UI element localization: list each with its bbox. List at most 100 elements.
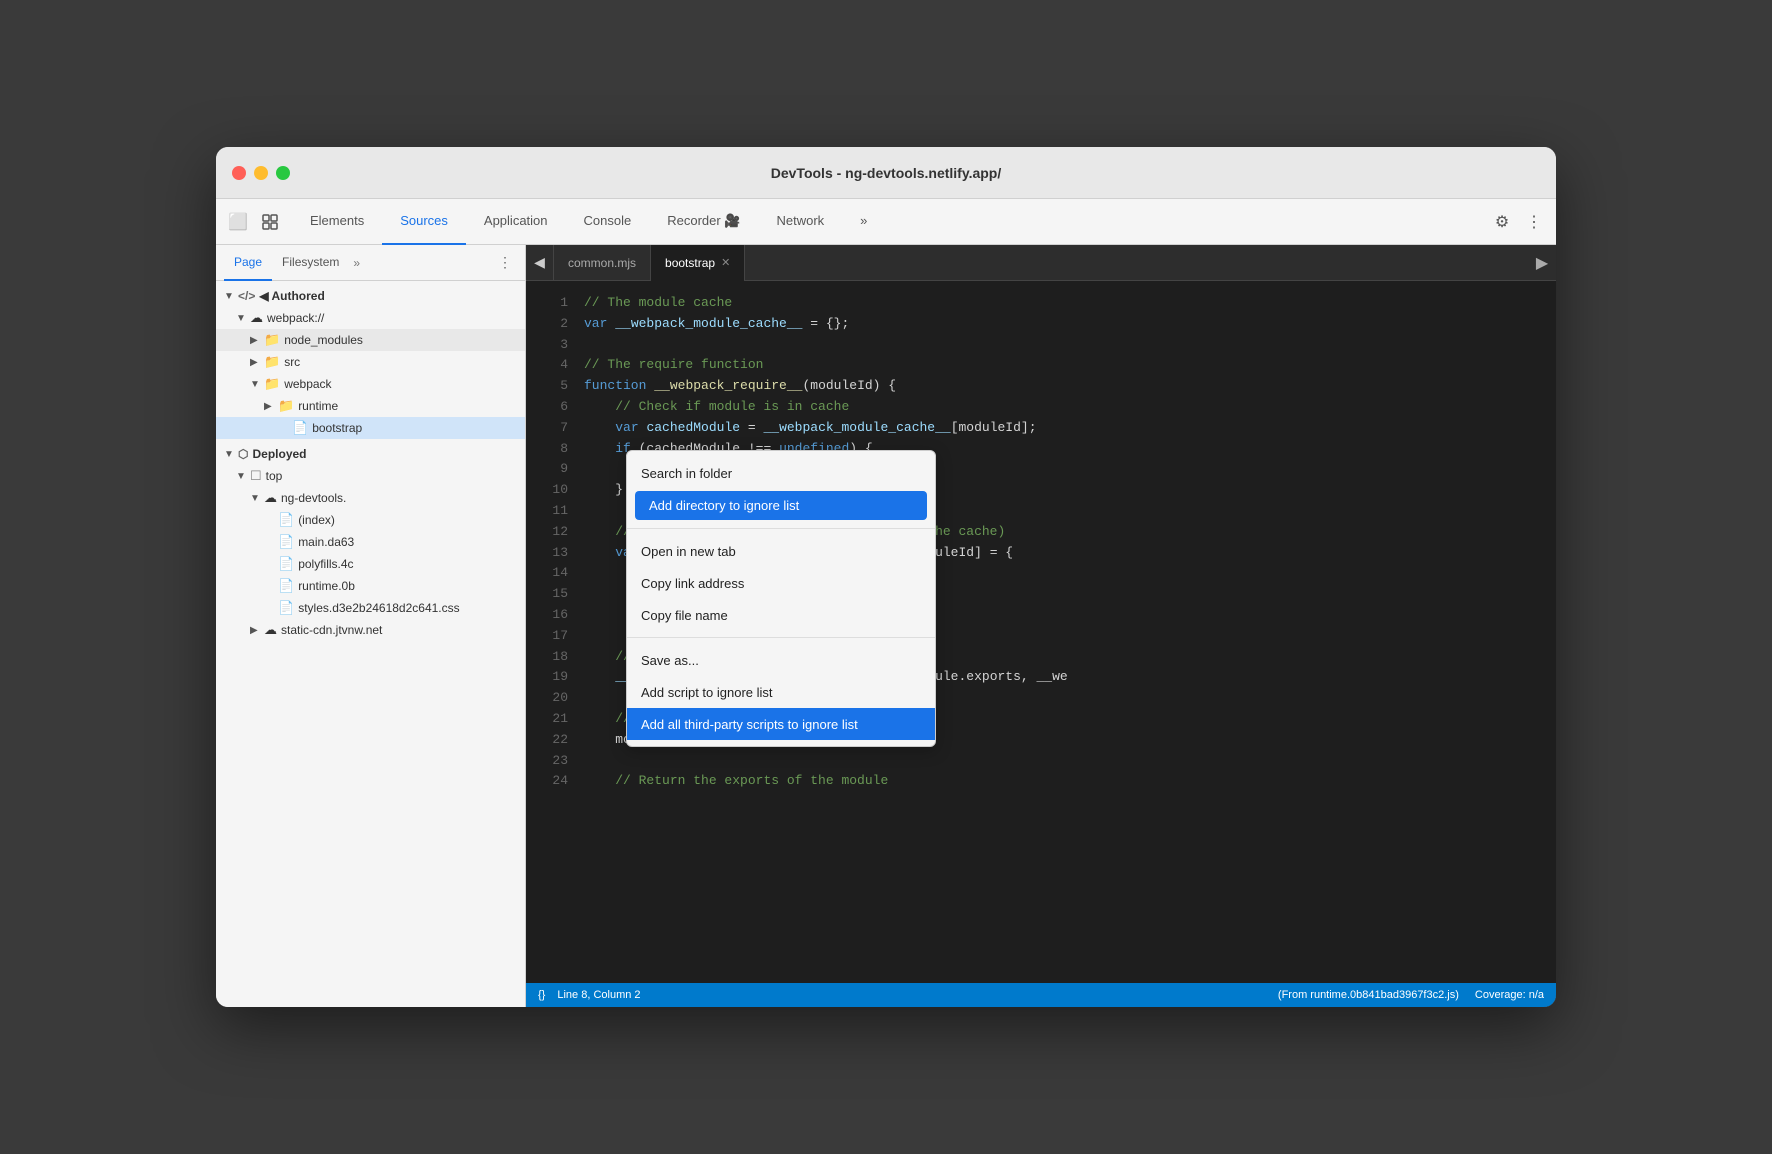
code-tab-bootstrap[interactable]: bootstrap ✕ <box>651 245 745 281</box>
runtime-file-icon: 📄 <box>278 578 294 594</box>
authored-label: ◀ Authored <box>259 289 324 303</box>
tab-application[interactable]: Application <box>466 199 566 245</box>
titlebar: DevTools - ng-devtools.netlify.app/ <box>216 147 1556 199</box>
bootstrap-item[interactable]: 📄 bootstrap <box>216 417 525 439</box>
open-new-tab-item[interactable]: Open in new tab <box>627 535 935 567</box>
add-all-third-party-label: Add all third-party scripts to ignore li… <box>641 717 858 732</box>
main-label: main.da63 <box>298 535 354 549</box>
tab-more[interactable]: » <box>842 199 885 245</box>
top-label: top <box>266 469 283 483</box>
save-as-item[interactable]: Save as... <box>627 644 935 676</box>
close-tab-icon[interactable]: ✕ <box>721 256 730 269</box>
toolbar-right: ⚙ ⋮ <box>1488 208 1548 236</box>
add-script-item[interactable]: Add script to ignore list <box>627 676 935 708</box>
add-all-third-party-item[interactable]: Add all third-party scripts to ignore li… <box>627 708 935 740</box>
code-tab-common[interactable]: common.mjs <box>554 245 651 281</box>
authored-section[interactable]: ▼ </> ◀ Authored <box>216 285 525 307</box>
inspect-icon[interactable] <box>256 208 284 236</box>
cursor-position: Line 8, Column 2 <box>557 989 640 1001</box>
main-item[interactable]: 📄 main.da63 <box>216 531 525 553</box>
bootstrap-tab-label: bootstrap <box>665 256 715 270</box>
styles-item[interactable]: 📄 styles.d3e2b24618d2c641.css <box>216 597 525 619</box>
polyfills-file-icon: 📄 <box>278 556 294 572</box>
code-tab-right-icon[interactable]: ▶ <box>1528 245 1556 281</box>
authored-arrow: ▼ <box>224 291 238 302</box>
main-toolbar: ⬜ Elements Sources Application Console R… <box>216 199 1556 245</box>
statusbar-left: {} Line 8, Column 2 <box>538 989 641 1001</box>
ng-devtools-item[interactable]: ▼ ☁ ng-devtools. <box>216 487 525 509</box>
webpack-item[interactable]: ▼ ☁ webpack:// <box>216 307 525 329</box>
minimize-button[interactable] <box>254 166 268 180</box>
webpack-folder-label: webpack <box>284 377 331 391</box>
statusbar: {} Line 8, Column 2 (From runtime.0b841b… <box>526 983 1556 1007</box>
devtools-window: DevTools - ng-devtools.netlify.app/ ⬜ El… <box>216 147 1556 1007</box>
settings-icon[interactable]: ⚙ <box>1488 208 1516 236</box>
tab-filesystem[interactable]: Filesystem <box>272 245 349 281</box>
search-in-folder-item[interactable]: Search in folder <box>627 457 935 489</box>
webpack-folder-item[interactable]: ▼ 📁 webpack <box>216 373 525 395</box>
main-tab-bar: Elements Sources Application Console Rec… <box>292 199 1488 245</box>
add-script-label: Add script to ignore list <box>641 685 773 700</box>
context-menu: Search in folder Add directory to ignore… <box>626 450 936 747</box>
src-label: src <box>284 355 300 369</box>
tab-page[interactable]: Page <box>224 245 272 281</box>
file-tree: ▼ </> ◀ Authored ▼ ☁ webpack:// ▶ 📁 node… <box>216 281 525 1007</box>
runtime-file-label: runtime.0b <box>298 579 355 593</box>
toolbar-icons: ⬜ <box>224 208 284 236</box>
maximize-button[interactable] <box>276 166 290 180</box>
static-cdn-label: static-cdn.jtvnw.net <box>281 623 382 637</box>
webpack-label: webpack:// <box>267 311 324 325</box>
tab-sources[interactable]: Sources <box>382 199 466 245</box>
cloud-icon: ☁ <box>250 310 263 326</box>
left-panel: Page Filesystem » ⋮ ▼ </> ◀ Authored ▼ ☁… <box>216 245 526 1007</box>
webpack-folder-arrow: ▼ <box>250 379 264 390</box>
top-item[interactable]: ▼ ☐ top <box>216 465 525 487</box>
runtime-item[interactable]: ▶ 📁 runtime <box>216 395 525 417</box>
tab-recorder[interactable]: Recorder 🎥 <box>649 199 758 245</box>
deployed-cube-icon: ⬡ <box>238 447 248 461</box>
copy-link-item[interactable]: Copy link address <box>627 567 935 599</box>
index-label: (index) <box>298 513 335 527</box>
cursor-icon[interactable]: ⬜ <box>224 208 252 236</box>
node-modules-arrow: ▶ <box>250 335 264 346</box>
more-options-icon[interactable]: ⋮ <box>1520 208 1548 236</box>
code-editor: ◀ common.mjs bootstrap ✕ ▶ 1234567891011… <box>526 245 1556 1007</box>
runtime-icon: 📁 <box>278 398 294 414</box>
index-item[interactable]: 📄 (index) <box>216 509 525 531</box>
code-back-icon[interactable]: ◀ <box>526 245 554 281</box>
panel-action-icon[interactable]: ⋮ <box>493 251 517 275</box>
coverage-info: Coverage: n/a <box>1475 989 1544 1001</box>
polyfills-item[interactable]: 📄 polyfills.4c <box>216 553 525 575</box>
deployed-section[interactable]: ▼ ⬡ Deployed <box>216 443 525 465</box>
line-numbers: 123456789101112131415161718192021222324 <box>526 281 576 983</box>
src-folder-icon: 📁 <box>264 354 280 370</box>
src-item[interactable]: ▶ 📁 src <box>216 351 525 373</box>
tab-console[interactable]: Console <box>566 199 650 245</box>
search-in-folder-label: Search in folder <box>641 466 732 481</box>
node-modules-item[interactable]: ▶ 📁 node_modules <box>216 329 525 351</box>
top-icon: ☐ <box>250 468 262 484</box>
open-new-tab-label: Open in new tab <box>641 544 736 559</box>
ctx-section-save: Save as... Add script to ignore list Add… <box>627 638 935 746</box>
top-arrow: ▼ <box>236 471 250 482</box>
ng-cloud-icon: ☁ <box>264 490 277 506</box>
source-info: (From runtime.0b841bad3967f3c2.js) <box>1278 989 1459 1001</box>
code-tabs: ◀ common.mjs bootstrap ✕ ▶ <box>526 245 1556 281</box>
close-button[interactable] <box>232 166 246 180</box>
traffic-lights <box>232 166 290 180</box>
panel-tab-more[interactable]: » <box>353 256 360 270</box>
main-file-icon: 📄 <box>278 534 294 550</box>
tab-network[interactable]: Network <box>758 199 842 245</box>
runtime-arrow: ▶ <box>264 401 278 412</box>
copy-file-name-item[interactable]: Copy file name <box>627 599 935 631</box>
index-file-icon: 📄 <box>278 512 294 528</box>
common-tab-label: common.mjs <box>568 256 636 270</box>
static-cdn-item[interactable]: ▶ ☁ static-cdn.jtvnw.net <box>216 619 525 641</box>
add-directory-row: Add directory to ignore list <box>627 489 935 526</box>
add-directory-button[interactable]: Add directory to ignore list <box>635 491 927 520</box>
runtime-file-item[interactable]: 📄 runtime.0b <box>216 575 525 597</box>
deployed-arrow: ▼ <box>224 449 238 460</box>
panel-tabs: Page Filesystem » ⋮ <box>216 245 525 281</box>
tab-elements[interactable]: Elements <box>292 199 382 245</box>
format-icon[interactable]: {} <box>538 989 545 1001</box>
